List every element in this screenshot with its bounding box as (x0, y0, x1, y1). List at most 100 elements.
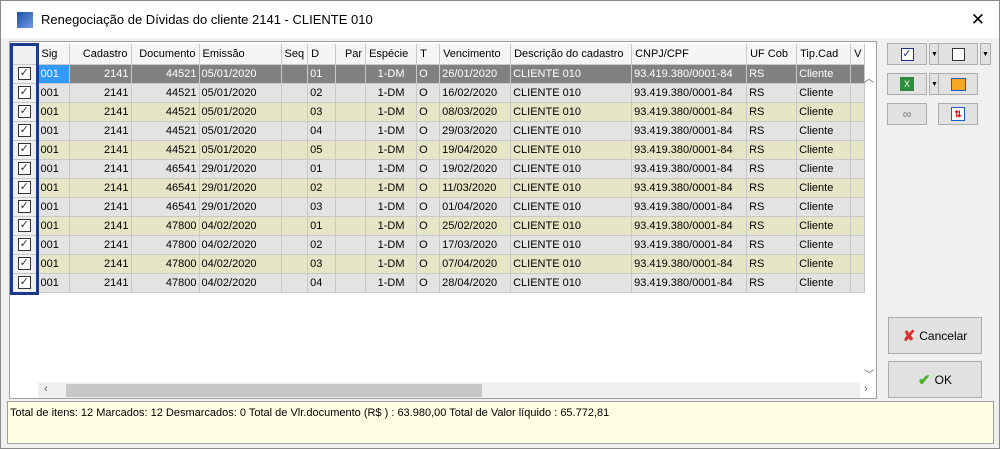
column-header[interactable]: UF Cob (746, 44, 798, 65)
column-header[interactable]: Seq (281, 44, 309, 65)
table-row[interactable]: ✓ 001 2141 46541 29/01/2020 01 1-DM O 19/02/2020… (11, 159, 866, 179)
scroll-up-icon[interactable]: ︿ (864, 70, 874, 85)
row-checkbox[interactable]: ✓ (17, 67, 31, 80)
cell-uf: RS (746, 197, 798, 217)
row-checkbox[interactable]: ✓ (17, 257, 31, 270)
column-header[interactable]: Documento (131, 44, 200, 65)
cell-especie: 1-DM (365, 273, 418, 293)
cell-t: O (416, 159, 441, 179)
cell-documento: 47800 (131, 254, 200, 274)
vertical-scrollbar[interactable]: ︿ ﹀ (860, 64, 876, 382)
table-row[interactable]: ✓ 001 2141 47800 04/02/2020 03 1-DM O 07/04/2020… (11, 254, 866, 274)
column-header[interactable]: Sig (38, 44, 70, 65)
cell-t: O (416, 197, 441, 217)
horizontal-scrollbar[interactable]: ‹ › (38, 382, 868, 398)
cell-vencimento: 28/04/2020 (439, 273, 512, 293)
cell-documento: 46541 (131, 159, 200, 179)
cell-especie: 1-DM (365, 216, 418, 236)
cell-sig: 001 (38, 140, 70, 160)
row-checkbox[interactable]: ✓ (17, 276, 31, 289)
horizontal-scroll-thumb[interactable] (66, 384, 482, 397)
row-checkbox[interactable]: ✓ (17, 162, 31, 175)
cell-par (335, 178, 367, 198)
cell-par (335, 216, 367, 236)
table-row[interactable]: ✓ 001 2141 44521 05/01/2020 05 1-DM O 19/04/2020… (11, 140, 866, 160)
totals-summary: Total de itens: 12 Marcados: 12 Desmarca… (10, 407, 610, 419)
table-row[interactable]: ✓ 001 2141 46541 29/01/2020 03 1-DM O 01/04/2020… (11, 197, 866, 217)
export-excel-button[interactable]: X (887, 73, 927, 95)
check-all-button[interactable]: ✓ (887, 43, 927, 65)
debts-table: Sig Cadastro Documento Emissão Seq D Par Espéci… (11, 44, 866, 293)
cell-uf: RS (746, 121, 798, 141)
column-header[interactable]: V (850, 44, 866, 65)
uncheck-all-button[interactable] (938, 43, 978, 65)
table-row[interactable]: ✓ 001 2141 46541 29/01/2020 02 1-DM O 11/03/2020… (11, 178, 866, 198)
table-row[interactable]: ✓ 001 2141 44521 05/01/2020 02 1-DM O 16/02/2020… (11, 83, 866, 103)
cell-cnpj: 93.419.380/0001-84 (631, 235, 748, 255)
scroll-left-icon[interactable]: ‹ (44, 383, 48, 395)
find-button[interactable]: ∞ (887, 103, 927, 125)
row-checkbox[interactable]: ✓ (17, 181, 31, 194)
table-row[interactable]: ✓ 001 2141 47800 04/02/2020 01 1-DM O 25/02/2020… (11, 216, 866, 236)
cell-documento: 46541 (131, 197, 200, 217)
cell-documento: 44521 (131, 140, 200, 160)
column-header[interactable]: Cadastro (69, 44, 132, 65)
uncheck-all-dropdown[interactable]: ▼ (980, 43, 991, 65)
cell-seq (281, 178, 309, 198)
cell-cadastro: 2141 (69, 102, 132, 122)
column-header[interactable] (11, 44, 39, 65)
cell-t: O (416, 140, 441, 160)
row-checkbox[interactable]: ✓ (17, 143, 31, 156)
column-header[interactable]: Par (335, 44, 367, 65)
column-header[interactable]: Tip.Cad (796, 44, 852, 65)
cell-uf: RS (746, 159, 798, 179)
cell-seq (281, 83, 309, 103)
cell-cnpj: 93.419.380/0001-84 (631, 178, 748, 198)
row-checkbox[interactable]: ✓ (17, 105, 31, 118)
cell-cnpj: 93.419.380/0001-84 (631, 83, 748, 103)
sort-button[interactable]: ⇅ (938, 103, 978, 125)
cell-especie: 1-DM (365, 102, 418, 122)
column-header[interactable]: Vencimento (439, 44, 512, 65)
cell-cadastro: 2141 (69, 273, 132, 293)
column-header[interactable]: CNPJ/CPF (631, 44, 748, 65)
cell-cnpj: 93.419.380/0001-84 (631, 273, 748, 293)
table-row[interactable]: ✓ 001 2141 44521 05/01/2020 04 1-DM O 29/03/2020… (11, 121, 866, 141)
cell-vencimento: 08/03/2020 (439, 102, 512, 122)
column-header[interactable]: Espécie (365, 44, 418, 65)
cell-sig: 001 (38, 159, 70, 179)
table-row[interactable]: ✓ 001 2141 44521 05/01/2020 01 1-DM O 26/01/2020… (11, 64, 866, 84)
row-checkbox-cell: ✓ (11, 102, 39, 122)
column-header[interactable]: Descrição do cadastro (510, 44, 633, 65)
scroll-down-icon[interactable]: ﹀ (864, 366, 874, 381)
column-header[interactable]: Emissão (199, 44, 282, 65)
row-checkbox-cell: ✓ (11, 178, 39, 198)
cancel-button[interactable]: ✘ Cancelar (888, 317, 982, 354)
ok-button[interactable]: ✔ OK (888, 361, 982, 398)
scroll-right-icon[interactable]: › (864, 383, 868, 395)
row-checkbox-cell: ✓ (11, 197, 39, 217)
cell-t: O (416, 121, 441, 141)
row-checkbox[interactable]: ✓ (17, 86, 31, 99)
cell-par (335, 64, 367, 84)
row-checkbox[interactable]: ✓ (17, 219, 31, 232)
row-checkbox[interactable]: ✓ (17, 238, 31, 251)
close-icon[interactable]: ✕ (971, 10, 985, 30)
sort-arrows-icon: ⇅ (951, 107, 965, 121)
table-row[interactable]: ✓ 001 2141 44521 05/01/2020 03 1-DM O 08/03/2020… (11, 102, 866, 122)
cell-d: 04 (307, 273, 337, 293)
cell-uf: RS (746, 83, 798, 103)
cell-descricao: CLIENTE 010 (510, 197, 633, 217)
green-check-icon: ✔ (918, 371, 931, 389)
cell-par (335, 273, 367, 293)
column-header[interactable]: T (416, 44, 441, 65)
cell-cadastro: 2141 (69, 216, 132, 236)
row-checkbox[interactable]: ✓ (17, 124, 31, 137)
row-checkbox[interactable]: ✓ (17, 200, 31, 213)
column-header[interactable]: D (307, 44, 337, 65)
table-row[interactable]: ✓ 001 2141 47800 04/02/2020 04 1-DM O 28/04/2020… (11, 273, 866, 293)
red-x-icon: ✘ (902, 327, 916, 345)
grid-config-button[interactable] (938, 73, 978, 95)
table-row[interactable]: ✓ 001 2141 47800 04/02/2020 02 1-DM O 17/03/2020… (11, 235, 866, 255)
cell-sig: 001 (38, 254, 70, 274)
